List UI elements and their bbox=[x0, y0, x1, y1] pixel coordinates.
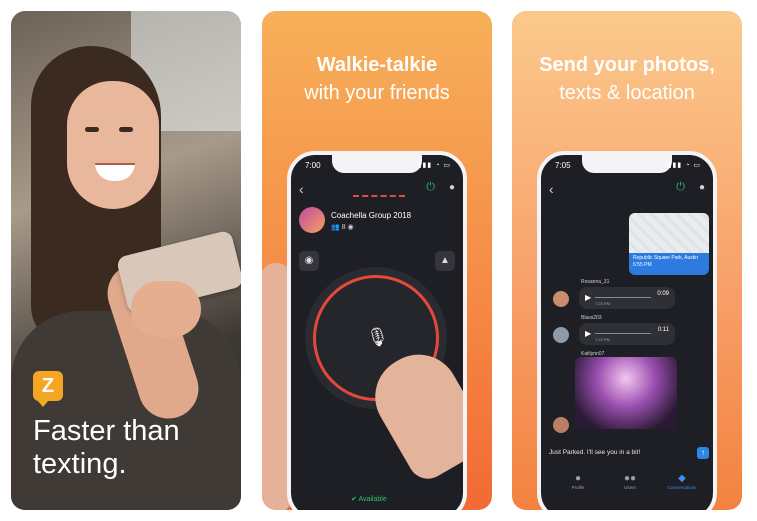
eye-right bbox=[119, 127, 133, 132]
sender-avatar bbox=[553, 417, 569, 433]
message-input[interactable]: Just Parked. I'll see you in a bit! bbox=[549, 449, 640, 456]
microphone-icon: 🎙 bbox=[366, 327, 389, 347]
sender-name: Blass203 bbox=[581, 315, 602, 321]
tagline: Faster than texting. bbox=[33, 415, 233, 481]
power-icon[interactable]: ⏻ bbox=[676, 181, 685, 194]
status-time: 7:05 bbox=[555, 161, 571, 170]
duration: 0:11 bbox=[657, 327, 669, 333]
tab-profile[interactable]: ● Profile bbox=[553, 473, 603, 490]
group-header[interactable]: Coachella Group 2018 👥 8 ◉ bbox=[299, 207, 459, 243]
woman-face bbox=[67, 81, 159, 209]
signal-line bbox=[353, 195, 405, 197]
timestamp: 7:23 PM bbox=[595, 301, 610, 306]
signal-battery-icon: ▮▮▮ ◔ ▭ bbox=[417, 162, 451, 169]
sender-avatar bbox=[553, 327, 569, 343]
duration: 0:09 bbox=[657, 291, 669, 297]
heading-bold: Send your photos, bbox=[539, 54, 715, 76]
send-arrow-icon[interactable]: ↑ bbox=[697, 447, 709, 459]
zello-logo-icon: Z bbox=[33, 371, 63, 407]
sender-name: Rosanna_31 bbox=[581, 279, 610, 285]
location-message[interactable]: Republic Square Park, Austin 6:55 PM bbox=[629, 213, 709, 275]
tagline-line1: Faster than bbox=[33, 415, 180, 447]
users-icon: ●● bbox=[623, 473, 637, 484]
voice-message[interactable]: ▶ 0:11 7:23 PM bbox=[579, 323, 675, 345]
play-icon[interactable]: ▶ bbox=[585, 293, 591, 302]
message-input-row[interactable]: Just Parked. I'll see you in a bit! ↑ bbox=[549, 447, 709, 461]
person-icon: ● bbox=[574, 473, 582, 484]
phone-notch bbox=[582, 155, 672, 173]
back-icon[interactable]: ‹ bbox=[549, 181, 554, 197]
voice-message[interactable]: ▶ 0:09 7:23 PM bbox=[579, 287, 675, 309]
walkie-talkie-card: Walkie-talkie with your friends 7:00 ▮▮▮… bbox=[262, 11, 492, 510]
chat-icon[interactable]: ● bbox=[699, 182, 705, 193]
timestamp: 7:23 PM bbox=[595, 337, 610, 342]
signal-battery-icon: ▮▮▮ ◔ ▭ bbox=[667, 162, 701, 169]
card-heading: Send your photos, texts & location bbox=[512, 51, 742, 107]
group-name: Coachella Group 2018 bbox=[331, 211, 412, 220]
alert-icon[interactable]: ▲ bbox=[435, 251, 455, 271]
chat-icon[interactable]: ● bbox=[449, 182, 455, 193]
photo-message[interactable] bbox=[575, 357, 677, 429]
tab-users[interactable]: ●● Users bbox=[605, 473, 655, 490]
top-bar: ‹ ⏻ ● bbox=[291, 179, 463, 201]
messaging-card: Send your photos, texts & location 7:05 … bbox=[512, 11, 742, 510]
camera-icon[interactable]: ◉ bbox=[299, 251, 319, 271]
phone-mockup: 7:00 ▮▮▮ ◔ ▭ ‹ ⏻ ● Coachella Group 2018 … bbox=[287, 151, 467, 510]
heading-regular: texts & location bbox=[559, 82, 695, 104]
map-thumbnail bbox=[629, 213, 709, 253]
group-avatar bbox=[299, 207, 325, 233]
waveform bbox=[595, 297, 651, 298]
eye-left bbox=[85, 127, 99, 132]
status-available: ✔ Available bbox=[351, 496, 387, 503]
phone-mockup: 7:05 ▮▮▮ ◔ ▭ ‹ ⏻ ● Republic Square Park,… bbox=[537, 151, 717, 510]
tab-conversations[interactable]: ◆ Conversations bbox=[657, 473, 707, 490]
back-icon[interactable]: ‹ bbox=[299, 181, 304, 197]
map-caption: Republic Square Park, Austin 6:55 PM bbox=[633, 255, 699, 268]
tagline-line2: texting. bbox=[33, 448, 127, 480]
tab-bar: ● Profile ●● Users ◆ Conversations bbox=[541, 471, 713, 501]
waveform bbox=[595, 333, 651, 334]
heading-bold: Walkie-talkie bbox=[316, 54, 438, 76]
status-time: 7:00 bbox=[305, 161, 321, 170]
play-icon[interactable]: ▶ bbox=[585, 329, 591, 338]
card-heading: Walkie-talkie with your friends bbox=[262, 51, 492, 107]
sender-avatar bbox=[553, 291, 569, 307]
heading-regular: with your friends bbox=[304, 82, 450, 104]
group-members: 👥 8 ◉ bbox=[331, 224, 354, 231]
hero-photo-card: Z Faster than texting. bbox=[11, 11, 241, 510]
phone-notch bbox=[332, 155, 422, 173]
chat-icon: ◆ bbox=[678, 473, 686, 484]
top-bar: ‹ ⏻ ● bbox=[541, 179, 713, 201]
power-icon[interactable]: ⏻ bbox=[426, 181, 435, 194]
woman-hand bbox=[131, 281, 201, 337]
